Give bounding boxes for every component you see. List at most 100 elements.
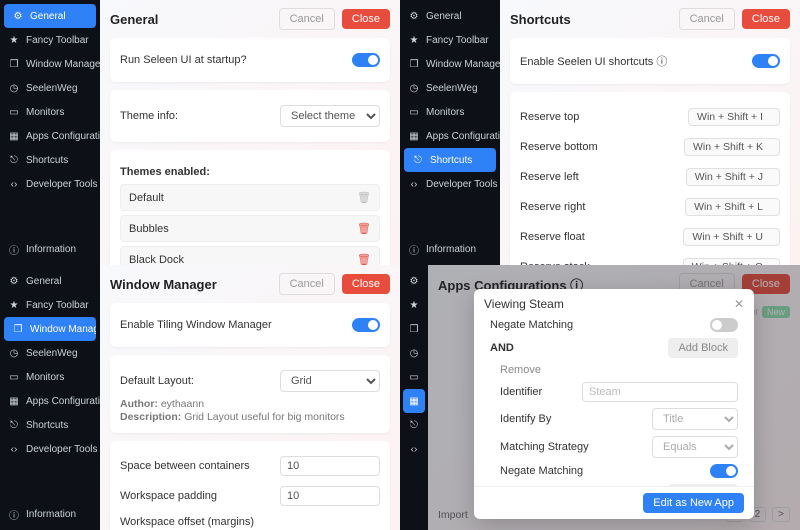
theme-item[interactable]: Black Dock🗑 [120, 246, 380, 265]
enable-wm-toggle[interactable] [352, 318, 380, 332]
author-label: Author: [120, 398, 158, 410]
sidebar-item-label: Monitors [426, 107, 464, 118]
gear-icon: ⚙ [8, 275, 20, 287]
sidebar: ⚙General ★Fancy Toolbar ❐Window Manager … [0, 265, 100, 530]
close-button[interactable]: Close [342, 274, 390, 294]
sidebar-item-dev-tools[interactable]: ‹› [400, 437, 428, 461]
sidebar-item-window-manager[interactable]: ❐Window Manager [400, 52, 500, 76]
sidebar-item-label: Developer Tools [26, 179, 98, 190]
gear-icon: ⚙ [408, 10, 420, 22]
web-icon: ◷ [408, 347, 420, 359]
sidebar-item-label: Shortcuts [26, 155, 68, 166]
sidebar-item-fancy-toolbar[interactable]: ★Fancy Toolbar [0, 293, 100, 317]
desc-value: Grid Layout useful for big monitors [184, 411, 345, 423]
sidebar-item-seelenweg[interactable]: ◷SeelenWeg [0, 341, 100, 365]
negate-toggle-2[interactable] [710, 464, 738, 478]
shortcut-key[interactable]: Win + Shift + K [684, 138, 780, 156]
sidebar-item-label: General [30, 11, 66, 22]
sidebar-item-general[interactable]: ⚙General [400, 4, 500, 28]
sidebar-item-fancy-toolbar[interactable]: ★ [400, 293, 428, 317]
sidebar-item-shortcuts[interactable]: ⎋Shortcuts [404, 148, 496, 172]
web-icon: ◷ [408, 82, 420, 94]
cancel-button[interactable]: Cancel [679, 8, 735, 30]
sidebar-item-monitors[interactable]: ▭ [400, 365, 428, 389]
close-button[interactable]: Close [342, 9, 390, 29]
startup-toggle[interactable] [352, 53, 380, 67]
sidebar-item-general[interactable]: ⚙ [400, 269, 428, 293]
sidebar-item-fancy-toolbar[interactable]: ★Fancy Toolbar [0, 28, 100, 52]
theme-name: Bubbles [129, 223, 169, 235]
sidebar-item-apps-config[interactable]: ▦ [403, 389, 425, 413]
sidebar-item-window-manager[interactable]: ❐ [400, 317, 428, 341]
sidebar-item-monitors[interactable]: ▭ Monitors [400, 100, 500, 124]
edit-as-new-button[interactable]: Edit as New App [643, 493, 744, 513]
sidebar-item-shortcuts[interactable]: ⎋Shortcuts [0, 148, 100, 172]
sidebar-item-apps-config[interactable]: ▦Apps Configurations [0, 389, 100, 413]
sidebar-item-window-manager[interactable]: ❐Window Manager [4, 317, 96, 341]
cancel-button[interactable]: Cancel [279, 8, 335, 30]
shortcut-key[interactable]: Win + Shift + J [686, 168, 780, 186]
sidebar-item-information[interactable]: ⓘInformation [0, 502, 100, 526]
delete-icon[interactable]: 🗑 [357, 191, 371, 204]
close-button[interactable]: Close [742, 9, 790, 29]
code-icon: ‹› [8, 443, 20, 455]
sidebar-item-monitors[interactable]: ▭Monitors [0, 365, 100, 389]
sidebar-item-apps-config[interactable]: ▦Apps Configurations [0, 124, 100, 148]
window-icon: ❐ [8, 58, 20, 70]
close-icon[interactable]: ✕ [734, 297, 744, 311]
identify-by-select[interactable]: Title [652, 408, 738, 430]
pane-general: ⚙General ★Fancy Toolbar ❐Window Manager … [0, 0, 400, 265]
sidebar-item-label: Information [426, 244, 476, 255]
negate-toggle[interactable] [710, 318, 738, 332]
shortcut-key[interactable]: Win + Shift + U [683, 228, 780, 246]
sidebar-item-information[interactable]: ⓘInformation [0, 237, 100, 261]
sidebar-item-apps-config[interactable]: ▦Apps Configurations [400, 124, 500, 148]
link-icon: ⎋ [412, 154, 424, 166]
delete-icon[interactable]: 🗑 [357, 222, 371, 235]
space-input[interactable] [280, 456, 380, 476]
sidebar-item-shortcuts[interactable]: ⎋ [400, 413, 428, 437]
delete-icon[interactable]: 🗑 [357, 253, 371, 265]
sidebar-item-seelenweg[interactable]: ◷ [400, 341, 428, 365]
shortcut-key[interactable]: Win + Shift + O [683, 258, 780, 265]
strategy-label: Matching Strategy [500, 441, 589, 453]
shortcut-row: Reserve stackWin + Shift + O [520, 252, 780, 265]
strategy-select[interactable]: Equals [652, 436, 738, 458]
shortcut-key[interactable]: Win + Shift + L [685, 198, 780, 216]
info-icon: ⓘ [8, 243, 20, 255]
sidebar-item-information[interactable]: ⓘ Information [400, 237, 500, 261]
add-block-button[interactable]: Add Block [668, 338, 738, 358]
theme-select[interactable]: Select theme [280, 105, 380, 127]
sidebar-item-dev-tools[interactable]: ‹›Developer Tools [0, 172, 100, 196]
padding-input[interactable] [280, 486, 380, 506]
cancel-button[interactable]: Cancel [279, 273, 335, 295]
sidebar-item-monitors[interactable]: ▭Monitors [0, 100, 100, 124]
sidebar-item-fancy-toolbar[interactable]: ★Fancy Toolbar [400, 28, 500, 52]
sidebar-item-dev-tools[interactable]: ‹›Developer Tools [400, 172, 500, 196]
shortcut-key[interactable]: Win + Shift + I [688, 108, 780, 126]
offset-label: Workspace offset (margins) [120, 516, 254, 528]
sidebar-item-dev-tools[interactable]: ‹› Developer Tools [0, 437, 100, 461]
sidebar-item-shortcuts[interactable]: ⎋Shortcuts [0, 413, 100, 437]
enable-shortcuts-toggle[interactable] [752, 54, 780, 68]
shortcuts-content: Shortcuts Cancel Close Enable Seelen UI … [500, 0, 800, 265]
sidebar: ⚙General ★Fancy Toolbar ❐Window Manager … [400, 0, 500, 265]
sidebar-item-label: Apps Configurations [426, 131, 500, 142]
monitor-icon: ▭ [408, 106, 420, 118]
shortcut-row: Reserve bottomWin + Shift + K [520, 132, 780, 162]
sidebar-item-seelenweg[interactable]: ◷SeelenWeg [0, 76, 100, 100]
pane-shortcuts: ⚙General ★Fancy Toolbar ❐Window Manager … [400, 0, 800, 265]
sidebar-item-window-manager[interactable]: ❐Window Manager [0, 52, 100, 76]
sidebar-item-seelenweg[interactable]: ◷SeelenWeg [400, 76, 500, 100]
theme-item[interactable]: Bubbles 🗑 [120, 215, 380, 242]
remove-label[interactable]: Remove [500, 364, 541, 376]
theme-item[interactable]: Default🗑 [120, 184, 380, 211]
apps-icon: ▦ [8, 395, 20, 407]
sidebar-item-general[interactable]: ⚙General [4, 4, 96, 28]
identifier-input[interactable] [582, 382, 738, 402]
window-icon: ❐ [12, 323, 24, 335]
sidebar-item-general[interactable]: ⚙General [0, 269, 100, 293]
sidebar-item-label: Developer Tools [26, 444, 98, 455]
layout-select[interactable]: Grid [280, 370, 380, 392]
info-icon: ⓘ [408, 243, 420, 255]
